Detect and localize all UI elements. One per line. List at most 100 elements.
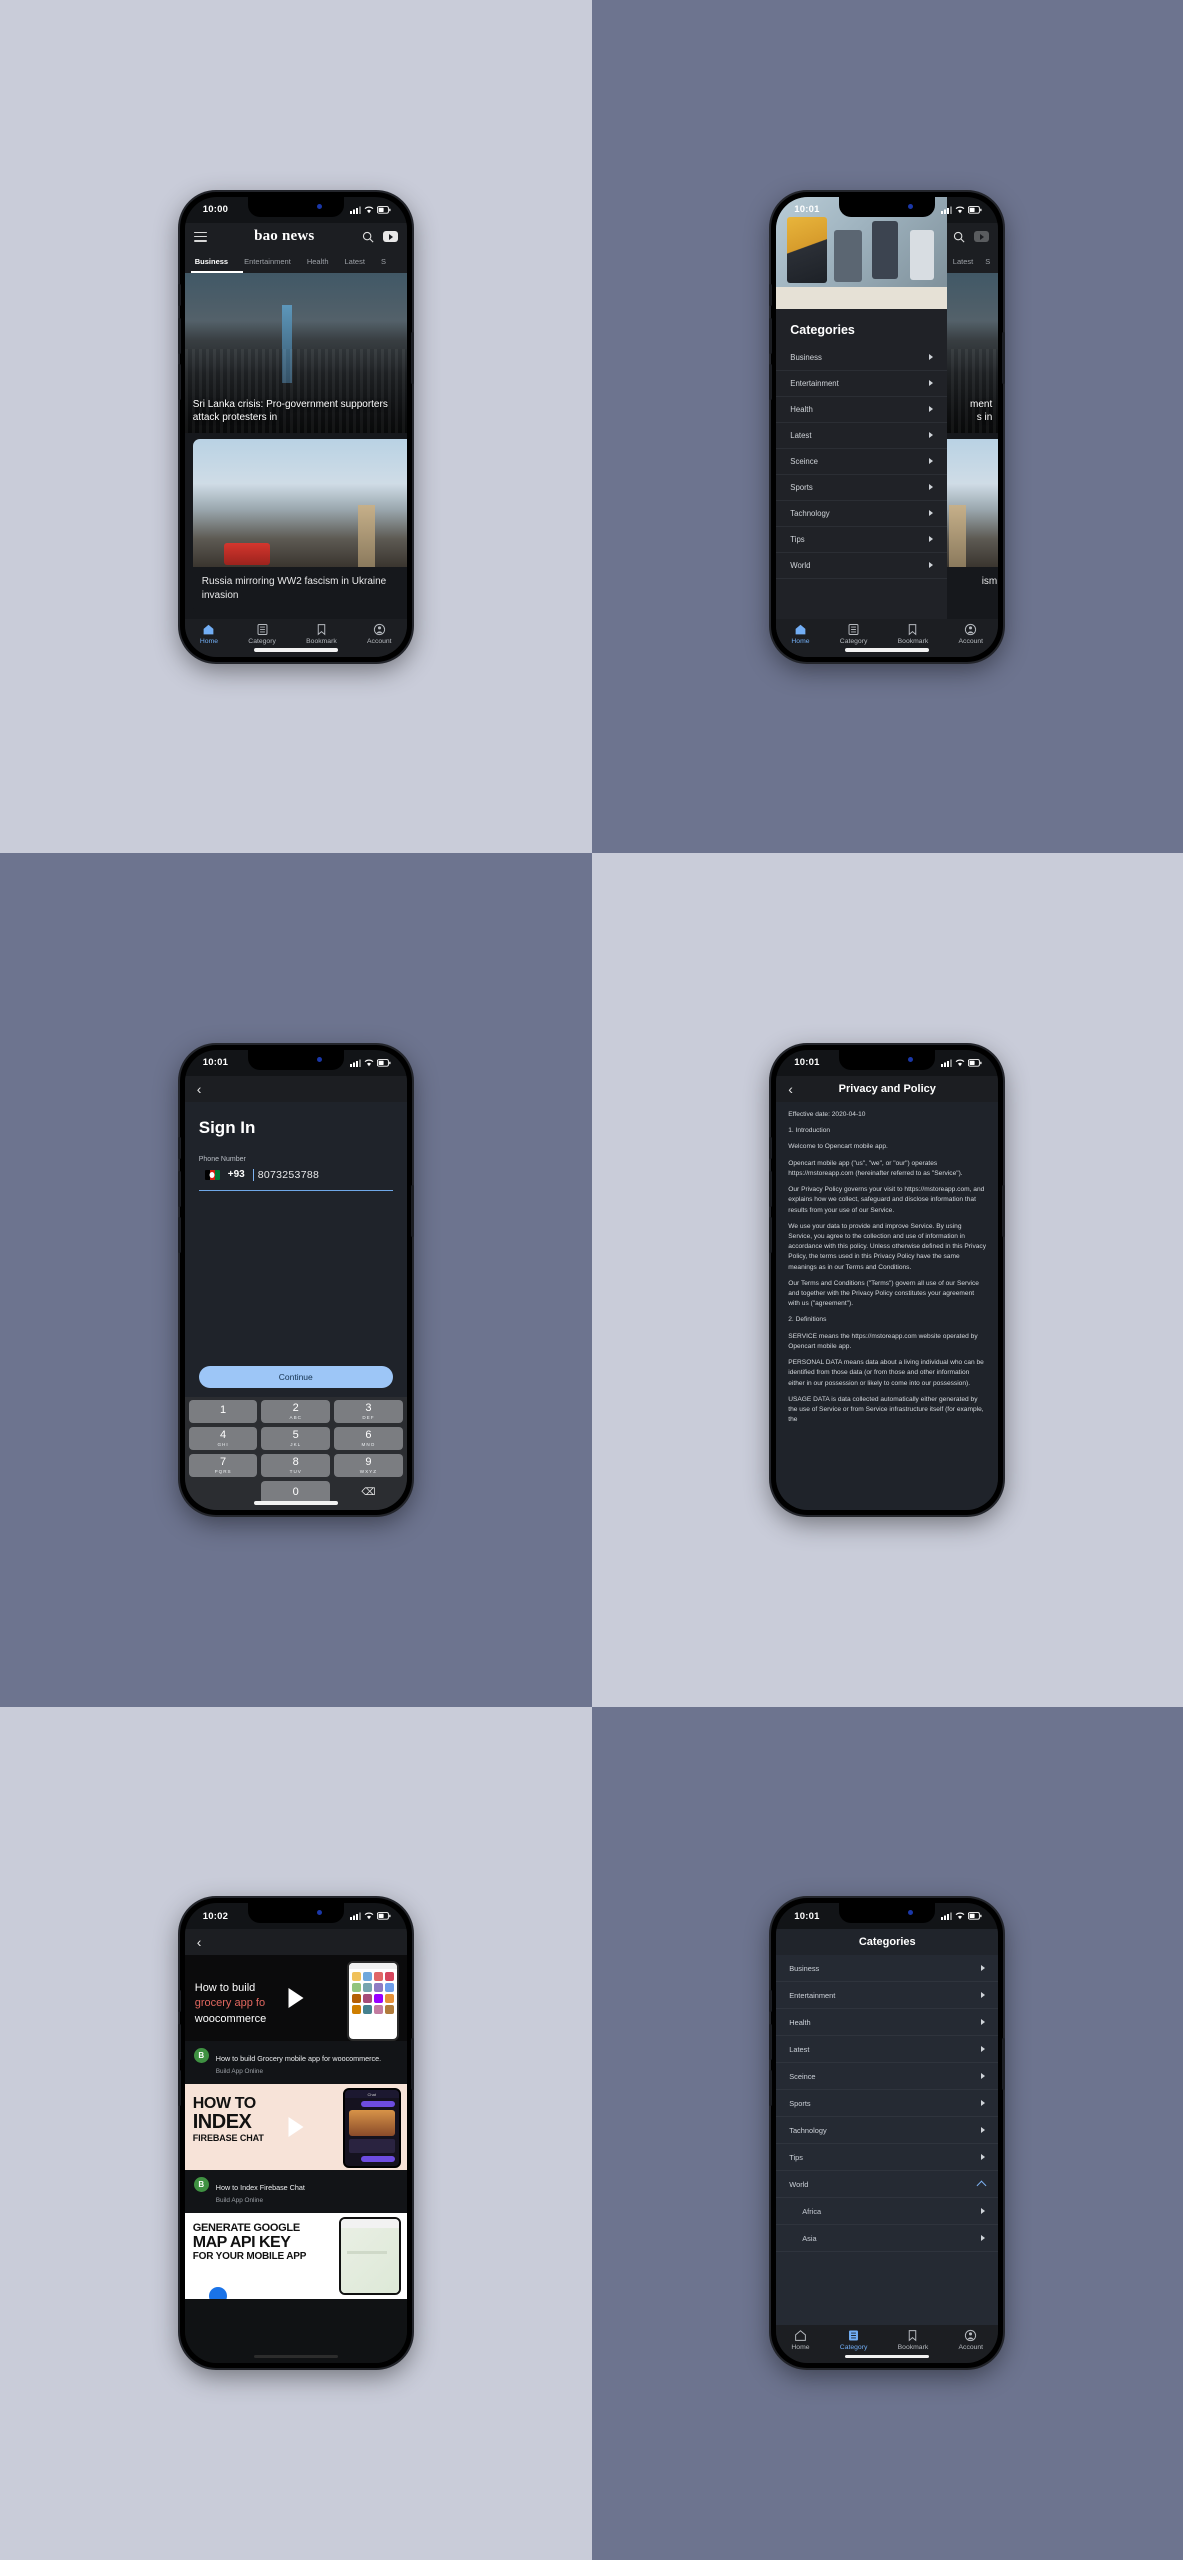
search-icon[interactable] (953, 231, 965, 243)
key-letters: JKL (290, 1441, 302, 1447)
volume-up-button (769, 1170, 773, 1207)
mockup-chat-header: Chat (344, 2090, 399, 2099)
tab-science[interactable]: S (985, 257, 990, 266)
backspace-icon[interactable]: ⌫ (334, 1481, 403, 1504)
thumb-line-2: grocery app fo (194, 1997, 266, 2010)
chevron-right-icon (981, 2235, 986, 2242)
category-list[interactable]: Business Entertainment Health Latest Sce… (776, 1955, 999, 2326)
policy-paragraph: Opencart mobile app ("us", "we", or "our… (788, 1159, 963, 1177)
drawer-item-business[interactable]: Business (776, 345, 948, 371)
nav-bookmark[interactable]: Bookmark (306, 623, 337, 645)
play-icon[interactable] (288, 2117, 304, 2138)
category-item-health[interactable]: Health (776, 2009, 999, 2037)
category-item-sports[interactable]: Sports (776, 2090, 999, 2118)
chevron-right-icon (929, 432, 934, 439)
category-item-world[interactable]: World (776, 2171, 999, 2199)
nav-account[interactable]: Account (958, 623, 984, 645)
drawer-item-latest[interactable]: Latest (776, 423, 948, 449)
key-7[interactable]: 7 PQRS (188, 1453, 258, 1477)
nav-account[interactable]: Account (367, 623, 392, 645)
article-title-line2: s in (976, 412, 993, 424)
search-icon[interactable] (362, 231, 374, 243)
nav-category[interactable]: Category (248, 623, 276, 645)
back-arrow-icon[interactable]: ‹ (788, 1082, 793, 1096)
hamburger-icon[interactable] (193, 231, 207, 242)
key-number: 9 (365, 1455, 372, 1468)
key-2[interactable]: 2 ABC (261, 1399, 331, 1423)
battery-icon (376, 1912, 391, 1920)
notch (839, 1049, 936, 1070)
list-icon (848, 623, 859, 635)
video-meta[interactable]: B How to build Grocery mobile app for wo… (184, 2041, 407, 2085)
key-9[interactable]: 9 WXYZ (334, 1453, 403, 1477)
nav-category[interactable]: Category (840, 623, 867, 645)
afghanistan-flag-icon[interactable] (204, 1169, 220, 1180)
tab-latest[interactable]: Latest (345, 257, 365, 266)
phone-input-row[interactable]: +93 8073253788 (199, 1168, 393, 1181)
category-item-entertainment[interactable]: Entertainment (776, 1982, 999, 2010)
video-thumbnail[interactable]: GENERATE GOOGLE MAP API KEY FOR YOUR MOB… (184, 2213, 407, 2300)
category-item-business[interactable]: Business (776, 1955, 999, 1983)
nav-account[interactable]: Account (959, 2329, 983, 2351)
tab-science[interactable]: S (381, 257, 386, 266)
nav-home[interactable]: Home (791, 2329, 810, 2351)
title-bar-4: ‹ Privacy and Policy (776, 1075, 999, 1102)
video-title: How to build Grocery mobile app for wooc… (215, 2054, 382, 2064)
nav-label: Bookmark (897, 2344, 929, 2352)
drawer-item-science[interactable]: Sceince (776, 449, 948, 475)
article-title: ment s in (970, 398, 992, 425)
category-subitem-asia[interactable]: Asia (776, 2225, 999, 2253)
status-icons (941, 1912, 982, 1921)
category-label: Asia (802, 2233, 817, 2243)
tab-entertainment[interactable]: Entertainment (244, 257, 291, 266)
category-subitem-africa[interactable]: Africa (776, 2198, 999, 2226)
tab-health[interactable]: Health (307, 257, 329, 266)
nav-category[interactable]: Category (840, 2329, 867, 2351)
nav-home[interactable]: Home (791, 623, 810, 645)
drawer-item-health[interactable]: Health (776, 397, 948, 423)
key-6[interactable]: 6 MNO (334, 1426, 403, 1450)
drawer-item-world[interactable]: World (776, 553, 948, 579)
category-item-science[interactable]: Sceince (776, 2063, 999, 2091)
policy-paragraph: We use your data to provide and improve … (788, 1222, 987, 1271)
policy-document[interactable]: Effective date: 2020-04-10 1. Introducti… (776, 1101, 999, 1510)
drawer-item-entertainment[interactable]: Entertainment (776, 371, 948, 397)
play-icon[interactable] (288, 1988, 304, 2009)
drawer-item-technology[interactable]: Tachnology (776, 501, 948, 527)
category-item-technology[interactable]: Tachnology (776, 2117, 999, 2145)
key-8[interactable]: 8 TUV (261, 1453, 331, 1477)
category-item-latest[interactable]: Latest (776, 2036, 999, 2064)
youtube-icon[interactable] (382, 231, 398, 243)
article-card[interactable]: Russia mirroring WW2 fascism in Ukraine … (192, 438, 407, 613)
drawer-item-tips[interactable]: Tips (776, 527, 948, 553)
back-arrow-icon[interactable]: ‹ (197, 1082, 202, 1096)
tab-business[interactable]: Business (195, 257, 228, 266)
category-item-tips[interactable]: Tips (776, 2144, 999, 2172)
mockup-bubble (360, 2156, 395, 2163)
continue-button[interactable]: Continue (198, 1365, 393, 1388)
key-4[interactable]: 4 GHI (188, 1426, 258, 1450)
youtube-icon[interactable] (974, 231, 990, 243)
video-thumbnail[interactable]: How to build grocery app fo woocommerce (184, 1955, 407, 2042)
phone-frame-3: 10:01 ‹ Sign In Phone Number +93 8073253… (177, 1044, 414, 1515)
nav-bookmark[interactable]: Bookmark (898, 623, 928, 645)
nav-bookmark[interactable]: Bookmark (897, 2329, 929, 2352)
tab-latest[interactable]: Latest (953, 257, 973, 266)
video-list[interactable]: How to build grocery app fo woocommerce (184, 1955, 407, 2364)
country-code[interactable]: +93 (228, 1169, 245, 1180)
nav-home[interactable]: Home (200, 623, 218, 645)
key-1[interactable]: 1 (188, 1399, 258, 1423)
video-meta[interactable]: B How to Index Firebase Chat Build App O… (184, 2170, 407, 2214)
key-3[interactable]: 3 DEF (334, 1399, 403, 1423)
key-5[interactable]: 5 JKL (261, 1426, 331, 1450)
key-number: 0 (292, 1485, 299, 1498)
article-feed-1[interactable]: Sri Lanka crisis: Pro-government support… (184, 272, 407, 619)
article-card[interactable]: Sri Lanka crisis: Pro-government support… (184, 272, 407, 433)
nav-label: Account (958, 637, 984, 645)
back-arrow-icon[interactable]: ‹ (197, 1935, 202, 1949)
video-thumbnail[interactable]: HOW TO INDEX FIREBASE CHAT Chat (184, 2084, 407, 2171)
status-time: 10:01 (794, 1910, 820, 1922)
top-bar-5: ‹ (184, 1929, 407, 1956)
drawer-item-sports[interactable]: Sports (776, 475, 948, 501)
phone-number-input[interactable]: 8073253788 (252, 1168, 319, 1181)
